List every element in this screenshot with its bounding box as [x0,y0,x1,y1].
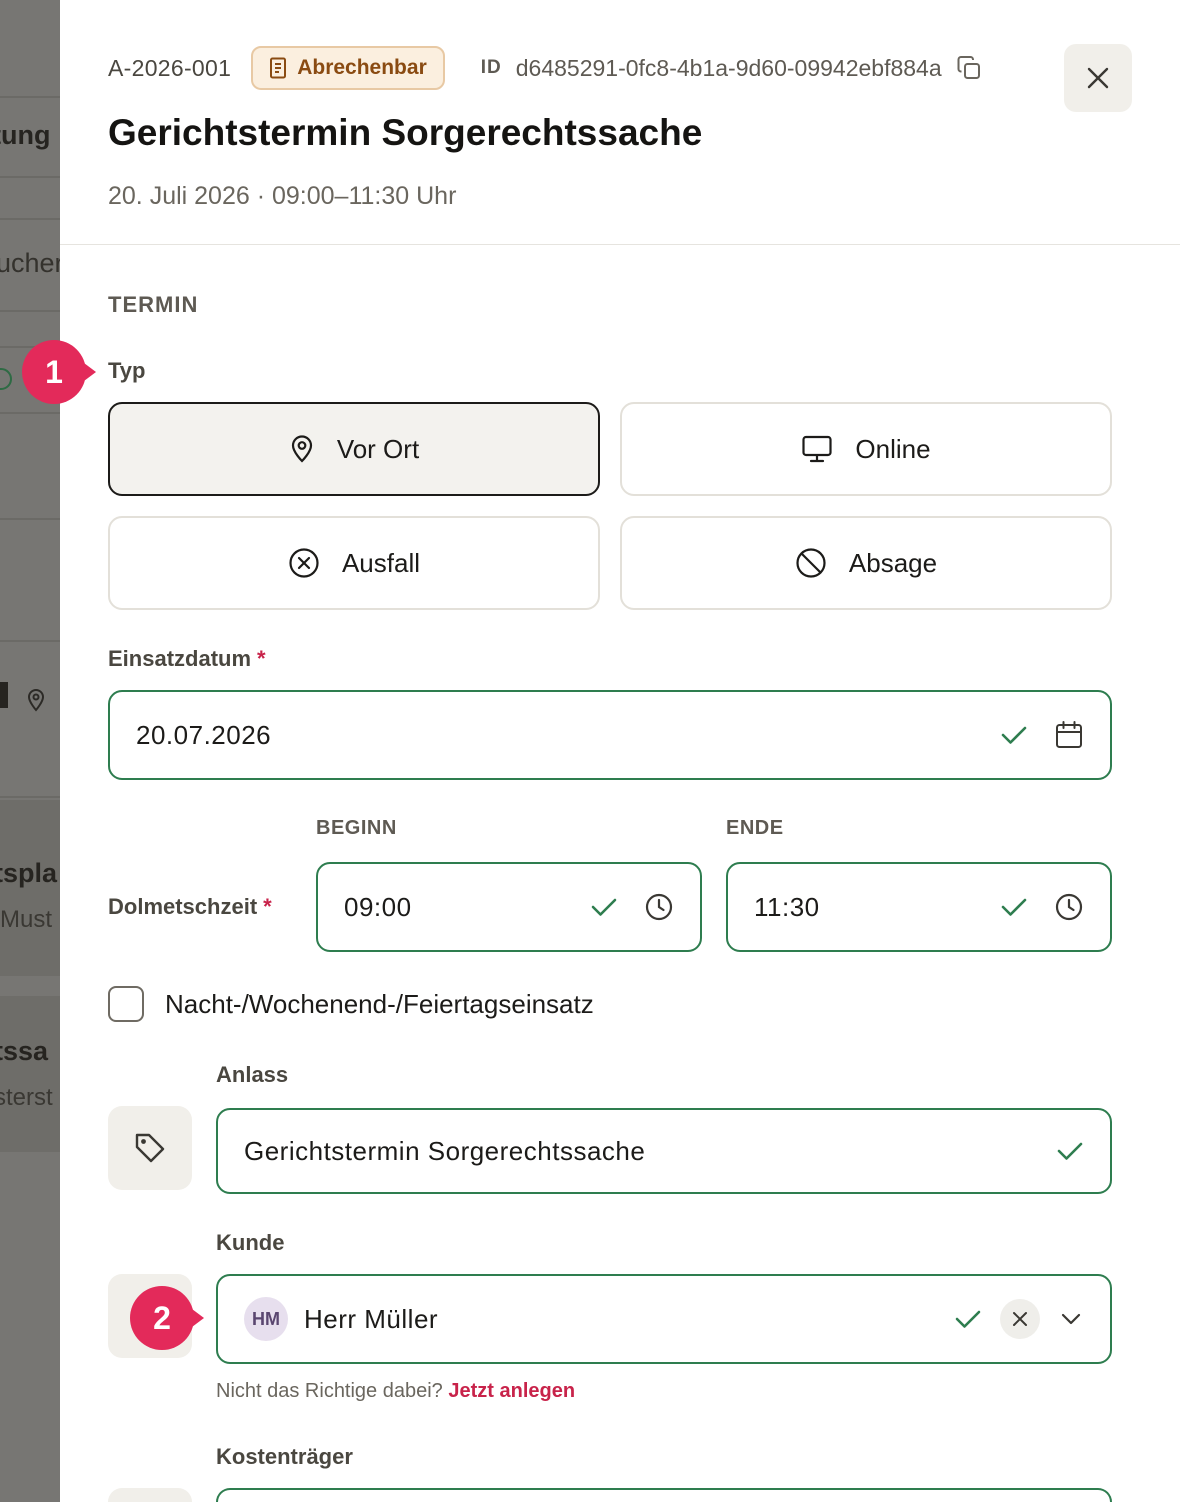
begin-time-value: 09:00 [344,891,412,922]
end-time-icons [1000,892,1084,922]
copy-id-button[interactable] [954,53,984,83]
date-label-text: Einsatzdatum [108,646,252,671]
check-circle-icon [0,368,12,390]
divider [0,310,60,312]
occasion-input[interactable]: Gerichtstermin Sorgerechtssache [216,1108,1112,1194]
date-label: Einsatzdatum * [108,646,266,672]
callout-pointer [192,1309,204,1327]
drawer-header: A-2026-001 Abrechenbar ID d6485291-0fc8-… [60,0,1180,245]
check-icon [1001,726,1027,744]
divider [0,218,60,220]
create-customer-hint: Nicht das Richtige dabei? Jetzt anlegen [216,1380,575,1403]
close-icon [1013,1312,1027,1326]
clock-icon[interactable] [644,892,674,922]
divider [0,176,60,178]
payer-icon-box [108,1488,192,1502]
monitor-icon [802,435,833,463]
meta-row: A-2026-001 Abrechenbar ID d6485291-0fc8-… [108,46,984,90]
divider [0,796,60,798]
avatar: HM [244,1297,288,1341]
check-icon [1001,898,1027,916]
calendar-icon[interactable] [1054,720,1084,750]
divider [0,412,60,414]
check-icon [591,898,617,916]
chevron-down-icon[interactable] [1058,1306,1084,1332]
type-label: Typ [108,358,146,383]
payer-select[interactable] [216,1488,1112,1502]
background-text: sterst [0,1084,53,1111]
id-value: d6485291-0fc8-4b1a-9d60-09942ebf884a [515,54,942,81]
background-text: tung [0,120,51,150]
callout-pointer [84,363,96,381]
customer-select[interactable]: HM Herr Müller [216,1274,1112,1364]
begin-time-icons [590,892,674,922]
receipt-icon [270,57,287,79]
section-title: TERMIN [108,292,199,317]
type-option-online[interactable]: Online [620,402,1112,496]
date-value: 20.07.2026 [136,719,272,750]
required-mark: * [263,894,272,919]
tag-icon [135,1133,165,1163]
id-label: ID [480,57,502,78]
divider [0,518,60,520]
time-label-text: Dolmetschzeit [108,894,258,919]
map-pin-icon [291,435,312,463]
type-option-label: Vor Ort [336,433,420,464]
check-icon [1057,1142,1083,1160]
map-pin-icon [27,689,45,712]
callout-marker: 2 [130,1286,194,1350]
divider [0,640,60,642]
hint-text: Nicht das Richtige dabei? [216,1380,443,1402]
type-option-label: Online [855,433,931,464]
type-option-vor-ort[interactable]: Vor Ort [108,402,600,496]
occasion-icon-box [108,1106,192,1190]
begin-time-input[interactable]: 09:00 [316,862,702,952]
payer-label: Kostenträger [216,1444,353,1469]
required-mark: * [257,646,266,671]
date-input[interactable]: 20.07.2026 [108,690,1112,780]
type-option-absage[interactable]: Absage [620,516,1112,610]
background-text-fragment [0,682,8,708]
type-option-ausfall[interactable]: Ausfall [108,516,600,610]
background-text: Must [0,906,53,933]
end-label: ENDE [726,817,784,839]
copy-icon [957,56,980,79]
type-option-label: Ausfall [341,547,421,578]
x-circle-icon [289,548,319,578]
appointment-drawer: A-2026-001 Abrechenbar ID d6485291-0fc8-… [60,0,1180,1502]
status-badge: Abrechenbar [251,46,445,90]
night-weekend-checkbox[interactable] [108,986,144,1022]
end-time-input[interactable]: 11:30 [726,862,1112,952]
background-card [0,996,60,1152]
clock-icon[interactable] [1054,892,1084,922]
occasion-label: Anlass [216,1062,289,1087]
begin-label: BEGINN [316,817,397,839]
page-title: Gerichtstermin Sorgerechtssache [108,112,703,153]
callout-marker: 1 [22,340,86,404]
background-app: tung ucher tspla Must tssa sterst [0,0,60,1502]
background-text: tssa [0,1036,49,1066]
status-badge-label: Abrechenbar [297,56,427,79]
customer-label: Kunde [216,1230,285,1255]
type-option-label: Absage [848,547,938,578]
time-label: Dolmetschzeit * [108,894,272,920]
end-time-value: 11:30 [754,891,820,922]
customer-value: Herr Müller [304,1303,439,1334]
clear-customer-button[interactable] [1000,1299,1040,1339]
close-icon [1087,67,1109,89]
night-weekend-label[interactable]: Nacht-/Wochenend-/Feiertagseinsatz [165,989,594,1020]
page-subtitle: 20. Juli 2026 · 09:00–11:30 Uhr [108,182,457,210]
background-text: tspla [0,858,58,888]
create-customer-link[interactable]: Jetzt anlegen [448,1380,575,1402]
appointment-code: A-2026-001 [108,54,232,81]
ban-icon [796,548,826,578]
customer-select-icons [954,1299,1084,1339]
close-button[interactable] [1064,44,1132,112]
check-icon [955,1310,981,1328]
occasion-value: Gerichtstermin Sorgerechtssache [244,1135,646,1166]
background-text: ucher [0,248,60,278]
divider [0,96,60,98]
date-input-icons [1000,720,1084,750]
